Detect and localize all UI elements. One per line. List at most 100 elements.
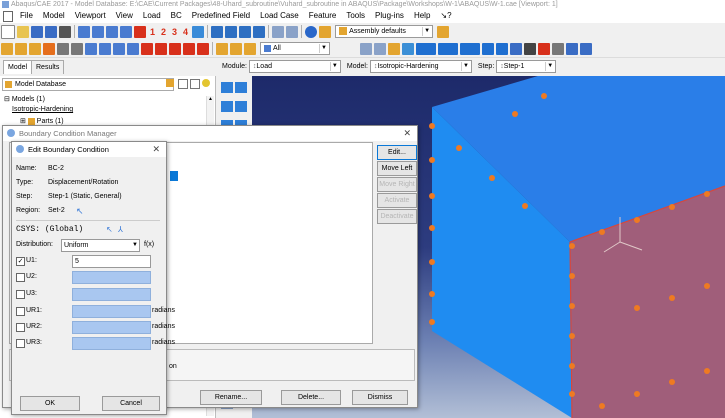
table-icon[interactable] — [566, 42, 578, 55]
tree-item-model[interactable]: Isotropic-Hardening — [12, 106, 73, 113]
sort-icon[interactable] — [197, 42, 209, 55]
csys-select-arrow-icon[interactable]: ↖ — [106, 223, 113, 237]
fit-view-icon[interactable] — [141, 42, 153, 55]
model-database-select[interactable]: Model Database ▼ — [2, 78, 174, 91]
hint-bulb-icon[interactable] — [202, 79, 210, 87]
menu-help[interactable]: Help — [409, 9, 435, 23]
iso-view-icon[interactable] — [192, 25, 205, 38]
menu-predefined-field[interactable]: Predefined Field — [187, 9, 255, 23]
viewport-icon[interactable] — [272, 25, 285, 38]
expand-tree-icon[interactable] — [178, 79, 188, 89]
grid-icon[interactable] — [85, 42, 97, 55]
rename-button[interactable]: Rename... — [200, 390, 262, 405]
info-icon[interactable] — [305, 25, 318, 38]
csys-triad-icon[interactable]: ⅄ — [118, 223, 123, 237]
auto-fit-icon[interactable] — [155, 42, 167, 55]
deactivate-button[interactable]: Deactivate — [377, 209, 417, 224]
selection-filter-select[interactable]: All ▼ — [260, 42, 330, 55]
menu-plugins[interactable]: Plug-ins — [370, 9, 409, 23]
view-1-button[interactable]: 1 — [150, 27, 155, 37]
replace-all-icon[interactable] — [216, 42, 228, 55]
menu-load[interactable]: Load — [138, 9, 166, 23]
menu-viewport[interactable]: Viewport — [70, 9, 111, 23]
activate-button[interactable]: Activate — [377, 193, 417, 208]
edit-button[interactable]: Edit... — [377, 145, 417, 160]
select-arrow-icon[interactable] — [43, 42, 55, 55]
cancel-button[interactable]: Cancel — [102, 396, 160, 411]
view-3-button[interactable]: 3 — [172, 27, 177, 37]
tree-item-parts[interactable]: ⊞ Parts (1) — [20, 117, 64, 125]
menu-bc[interactable]: BC — [166, 9, 187, 23]
step-select[interactable]: ↕Step-1 ▼ — [496, 59, 557, 73]
render-hidden-icon[interactable] — [225, 25, 238, 38]
orientation-icon[interactable] — [183, 42, 195, 55]
new-file-icon[interactable] — [1, 24, 15, 39]
load-manager-icon[interactable] — [235, 82, 247, 93]
menu-file[interactable]: File — [15, 9, 38, 23]
add-icon[interactable] — [244, 42, 256, 55]
collapse-tree-icon[interactable] — [190, 79, 200, 89]
camera-icon[interactable] — [496, 42, 508, 55]
module-select[interactable]: ↕Load ▼ — [248, 59, 341, 73]
print-icon[interactable] — [59, 25, 71, 38]
u3-input[interactable] — [72, 288, 151, 301]
ur2-input[interactable] — [72, 321, 151, 334]
u1-checkbox[interactable]: ✓ — [16, 257, 25, 266]
copy-icon[interactable] — [360, 42, 372, 55]
rotate-icon[interactable] — [92, 25, 104, 38]
mesh-view-icon[interactable] — [460, 42, 480, 55]
create-load-icon[interactable] — [221, 82, 233, 93]
undo-icon[interactable] — [57, 42, 69, 55]
tree-item-models[interactable]: ⊟ Models (1) — [4, 95, 45, 103]
menu-view[interactable]: View — [111, 9, 138, 23]
close-icon[interactable]: ✕ — [152, 142, 160, 157]
list-icon[interactable] — [580, 42, 592, 55]
pan-icon[interactable] — [78, 25, 90, 38]
triad-icon[interactable] — [134, 25, 146, 38]
remove-icon[interactable] — [230, 42, 242, 55]
save-icon[interactable] — [31, 25, 43, 38]
mesh-check-icon[interactable] — [482, 42, 494, 55]
move-right-button[interactable]: Move Right — [377, 177, 417, 192]
ur2-checkbox[interactable] — [16, 323, 25, 332]
tab-results[interactable]: Results — [31, 60, 65, 74]
cascade-icon[interactable] — [286, 25, 299, 38]
u2-input[interactable] — [72, 271, 151, 284]
zoom-icon[interactable] — [106, 25, 118, 38]
ur3-checkbox[interactable] — [16, 339, 25, 348]
sphere-icon[interactable] — [29, 42, 41, 55]
wrench-icon[interactable] — [402, 42, 414, 55]
menu-load-case[interactable]: Load Case — [255, 9, 304, 23]
display-group-icon[interactable] — [437, 25, 450, 38]
filter-tree-icon[interactable] — [166, 79, 174, 87]
tab-model[interactable]: Model — [3, 60, 33, 74]
close-icon[interactable]: ✕ — [403, 126, 411, 141]
open-folder-icon[interactable] — [17, 25, 29, 38]
scroll-up-icon[interactable]: ▲ — [207, 96, 214, 103]
model-select[interactable]: ↕Isotropic-Hardening ▼ — [369, 59, 472, 73]
redo-icon[interactable] — [71, 42, 83, 55]
u2-checkbox[interactable] — [16, 273, 25, 282]
move-icon[interactable] — [99, 42, 111, 55]
save-as-icon[interactable] — [45, 25, 57, 38]
mesh-icon[interactable] — [416, 42, 436, 55]
u3-checkbox[interactable] — [16, 290, 25, 299]
appearance-icon[interactable] — [1, 42, 13, 55]
pointer-icon[interactable] — [552, 42, 564, 55]
ruler-icon[interactable] — [524, 42, 536, 55]
color-code-icon[interactable] — [15, 42, 27, 55]
view-2-button[interactable]: 2 — [161, 27, 166, 37]
ok-button[interactable]: OK — [20, 396, 80, 411]
ur1-checkbox[interactable] — [16, 307, 25, 316]
query-icon[interactable] — [319, 25, 332, 38]
bc-manager-icon[interactable] — [235, 101, 247, 112]
perspective-icon[interactable] — [169, 42, 181, 55]
rotate-view-icon[interactable] — [113, 42, 125, 55]
select-region-arrow-icon[interactable]: ↖ — [76, 204, 84, 218]
create-bc-icon[interactable] — [221, 101, 233, 112]
display-options-select[interactable]: Assembly defaults ▼ — [335, 25, 434, 38]
ur1-input[interactable] — [72, 305, 151, 318]
move-left-button[interactable]: Move Left — [377, 161, 417, 176]
text-annotation-icon[interactable] — [538, 42, 550, 55]
dismiss-button[interactable]: Dismiss — [352, 390, 408, 405]
